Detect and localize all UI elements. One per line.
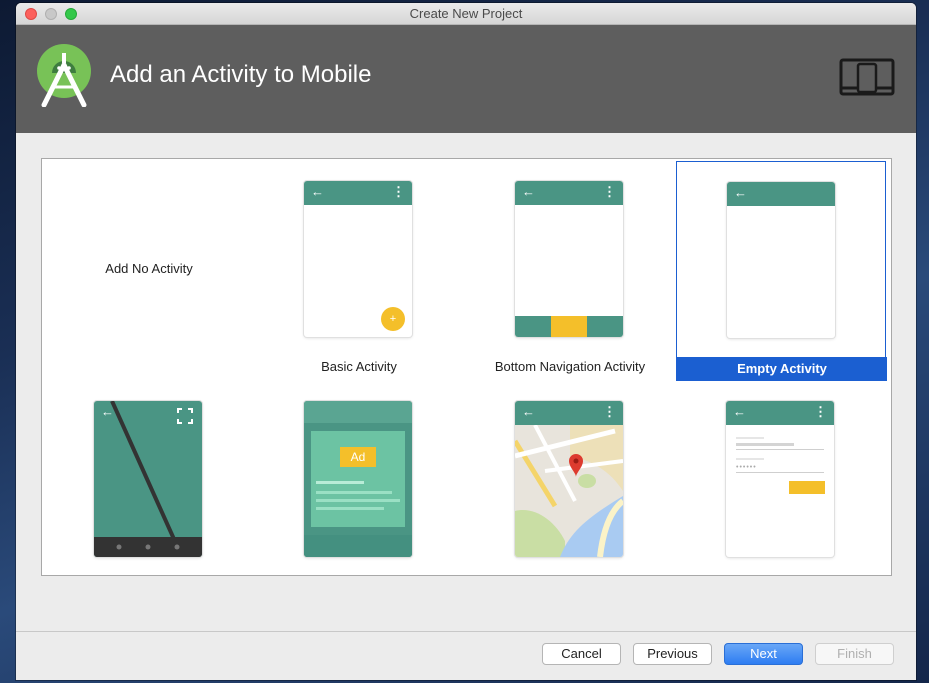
basic-activity-thumbnail: ← ⋮ + <box>304 181 412 337</box>
maps-activity-thumbnail: ← ⋮ <box>515 401 623 557</box>
map-pin-icon <box>570 476 571 477</box>
app-bar: ← ⋮ <box>304 181 412 205</box>
next-button[interactable]: Next <box>724 643 803 665</box>
ad-badge: Ad <box>340 447 376 467</box>
close-window-button[interactable] <box>25 8 37 20</box>
create-project-window: Create New Project Add an Activity to Mo… <box>16 3 916 680</box>
tile-label: Empty Activity <box>677 357 887 381</box>
tile-google-admob-activity[interactable]: Ad <box>254 381 464 601</box>
tile-bottom-navigation-activity[interactable]: ← ⋮ Bottom Navigation Activity <box>465 161 675 381</box>
tile-login-activity[interactable]: ← ⋮ •••••• <box>676 381 886 601</box>
maximize-window-button[interactable] <box>65 8 77 20</box>
previous-button[interactable]: Previous <box>633 643 712 665</box>
header-banner: Add an Activity to Mobile <box>16 25 916 133</box>
finish-button[interactable]: Finish <box>815 643 894 665</box>
page-title: Add an Activity to Mobile <box>110 61 372 88</box>
tile-fullscreen-activity[interactable]: ← <box>44 381 254 601</box>
admob-activity-thumbnail: Ad <box>304 401 412 557</box>
add-no-activity-label: Add No Activity <box>105 261 193 276</box>
fullscreen-activity-thumbnail: ← <box>94 401 202 557</box>
bottom-navigation-thumbnail: ← ⋮ <box>515 181 623 337</box>
overflow-menu-icon: ⋮ <box>814 404 827 419</box>
back-arrow-icon: ← <box>733 404 746 419</box>
back-arrow-icon: ← <box>101 404 114 419</box>
title-bar: Create New Project <box>16 3 916 25</box>
activity-gallery: Add No Activity ← ⋮ + Basic Activity ← ⋮… <box>41 158 892 576</box>
fab-icon: + <box>381 307 405 331</box>
tile-label: Basic Activity <box>321 359 397 374</box>
overflow-menu-icon: ⋮ <box>392 184 405 199</box>
back-arrow-icon: ← <box>311 184 324 199</box>
overflow-menu-icon: ⋮ <box>603 404 616 419</box>
cancel-button[interactable]: Cancel <box>542 643 621 665</box>
back-arrow-icon: ← <box>522 184 535 199</box>
minimize-window-button[interactable] <box>45 8 57 20</box>
mobile-device-icon <box>839 58 895 96</box>
app-bar: ← ⋮ <box>515 401 623 425</box>
overflow-menu-icon: ⋮ <box>603 184 616 199</box>
fullscreen-icon <box>177 408 193 424</box>
bottom-nav-bar <box>515 316 623 337</box>
app-bar: ← <box>727 182 835 206</box>
app-bar: ← ⋮ <box>515 181 623 205</box>
back-arrow-icon: ← <box>734 185 747 200</box>
tile-label: Bottom Navigation Activity <box>494 359 646 374</box>
android-studio-logo-icon <box>37 44 91 107</box>
window-title: Create New Project <box>409 6 523 21</box>
tile-basic-activity[interactable]: ← ⋮ + Basic Activity <box>254 161 464 381</box>
tile-google-maps-activity[interactable]: ← ⋮ <box>465 381 675 601</box>
app-bar: ← ⋮ <box>726 401 834 425</box>
login-activity-thumbnail: ← ⋮ •••••• <box>726 401 834 557</box>
tile-empty-activity[interactable]: ← Empty Activity <box>676 161 887 381</box>
tile-add-no-activity[interactable]: Add No Activity <box>44 161 254 381</box>
dialog-footer: Cancel Previous Next Finish <box>16 631 916 680</box>
empty-activity-thumbnail: ← <box>727 182 835 338</box>
back-arrow-icon: ← <box>522 404 535 419</box>
